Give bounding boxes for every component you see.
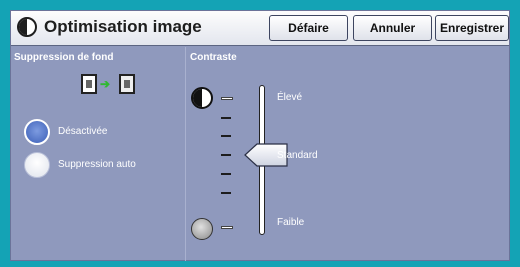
screen-frame: Optimisation image Défaire Annuler Enreg… (0, 0, 520, 267)
cancel-button[interactable]: Annuler (353, 15, 432, 41)
slider-tick-low (221, 226, 233, 229)
save-button[interactable]: Enregistrer (435, 15, 509, 41)
radio-off[interactable] (24, 119, 50, 145)
slider-tick-high (221, 97, 233, 100)
slider-tick (221, 135, 231, 137)
slider-tick (221, 192, 231, 194)
image-optimization-panel: Optimisation image Défaire Annuler Enreg… (10, 10, 510, 261)
page-title: Optimisation image (44, 17, 202, 36)
contrast-level-low: Faible (277, 217, 305, 228)
radio-auto-suppression[interactable] (24, 152, 50, 178)
contrast-label: Contraste (190, 52, 237, 63)
arrow-right-icon: ➔ (100, 77, 111, 91)
contrast-half-circle-icon (17, 17, 37, 37)
contrast-low-icon (191, 218, 213, 240)
slider-tick (221, 117, 231, 119)
contrast-high-icon (191, 87, 213, 109)
slider-tick-standard (221, 154, 231, 156)
slider-tick (221, 173, 231, 175)
undo-button[interactable]: Défaire (269, 15, 348, 41)
document-processed-icon (119, 74, 135, 94)
section-divider (185, 47, 186, 261)
radio-auto-suppression-label[interactable]: Suppression auto (58, 159, 136, 170)
radio-off-label[interactable]: Désactivée (58, 126, 107, 137)
contrast-level-standard: Standard (277, 150, 318, 161)
header-bar: Optimisation image Défaire Annuler Enreg… (11, 11, 509, 46)
background-suppression-label: Suppression de fond (14, 52, 114, 63)
document-original-icon (81, 74, 97, 94)
contrast-level-high: Élevé (277, 92, 303, 103)
